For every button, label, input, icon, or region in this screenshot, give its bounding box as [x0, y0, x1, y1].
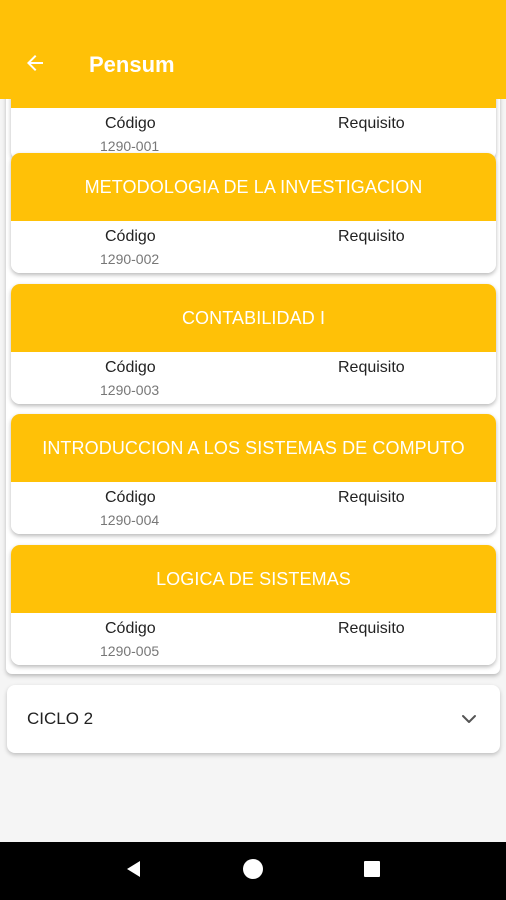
course-name: INTRODUCCION A LOS SISTEMAS DE COMPUTO	[42, 437, 465, 458]
nav-recents-icon[interactable]	[362, 859, 382, 884]
course-card[interactable]: CONTABILIDAD I Código 1290-003 Requisito	[11, 284, 496, 404]
course-body: Código 1290-002 Requisito	[11, 221, 496, 273]
pensum-screen: Código 1290-001 Requisito METODOLOGIA DE…	[0, 0, 506, 900]
course-name: LOGICA DE SISTEMAS	[156, 568, 351, 589]
course-card[interactable]: METODOLOGIA DE LA INVESTIGACION Código 1…	[11, 153, 496, 273]
code-label: Código	[105, 228, 156, 245]
course-header: CONTABILIDAD I	[11, 284, 496, 352]
code-label: Código	[105, 359, 156, 376]
code-label: Código	[105, 115, 156, 132]
course-name: CONTABILIDAD I	[181, 307, 326, 328]
course-card[interactable]: LOGICA DE SISTEMAS Código 1290-005 Requi…	[11, 545, 496, 665]
nav-back-icon[interactable]	[124, 859, 144, 884]
arrow-left-icon[interactable]	[23, 51, 47, 80]
page-title: Pensum	[89, 52, 175, 77]
course-name: METODOLOGIA DE LA INVESTIGACION	[84, 176, 423, 197]
cycle-2-label: CICLO 2	[27, 709, 94, 728]
course-header: LOGICA DE SISTEMAS	[11, 545, 496, 613]
code-value: 1290-005	[100, 643, 160, 659]
requirement-label: Requisito	[338, 620, 405, 637]
course-body: Código 1290-004 Requisito	[11, 482, 496, 534]
app-bar: Pensum	[0, 0, 506, 99]
nav-home-button[interactable]	[223, 842, 283, 900]
content-area: Código 1290-001 Requisito METODOLOGIA DE…	[0, 0, 506, 842]
code-value: 1290-003	[100, 382, 160, 398]
requirement-label: Requisito	[338, 115, 405, 132]
system-nav-bar	[0, 842, 506, 900]
code-label: Código	[105, 620, 156, 637]
course-header: INTRODUCCION A LOS SISTEMAS DE COMPUTO	[11, 414, 496, 482]
nav-back-button[interactable]	[104, 842, 164, 900]
nav-recents-button[interactable]	[342, 842, 402, 900]
requirement-label: Requisito	[338, 489, 405, 506]
back-button[interactable]	[0, 37, 70, 93]
nav-home-icon[interactable]	[242, 858, 264, 885]
requirement-label: Requisito	[338, 228, 405, 245]
requirement-label: Requisito	[338, 359, 405, 376]
course-card[interactable]: INTRODUCCION A LOS SISTEMAS DE COMPUTO C…	[11, 414, 496, 534]
cycle-2-expander[interactable]: CICLO 2	[7, 685, 500, 753]
chevron-down-icon[interactable]	[460, 713, 478, 725]
code-value: 1290-001	[100, 138, 160, 154]
course-body: Código 1290-005 Requisito	[11, 613, 496, 665]
code-value: 1290-004	[100, 512, 160, 528]
course-header: METODOLOGIA DE LA INVESTIGACION	[11, 153, 496, 221]
app-bar-row: Pensum	[0, 33, 506, 99]
code-label: Código	[105, 489, 156, 506]
code-value: 1290-002	[100, 251, 160, 267]
course-body: Código 1290-003 Requisito	[11, 352, 496, 404]
